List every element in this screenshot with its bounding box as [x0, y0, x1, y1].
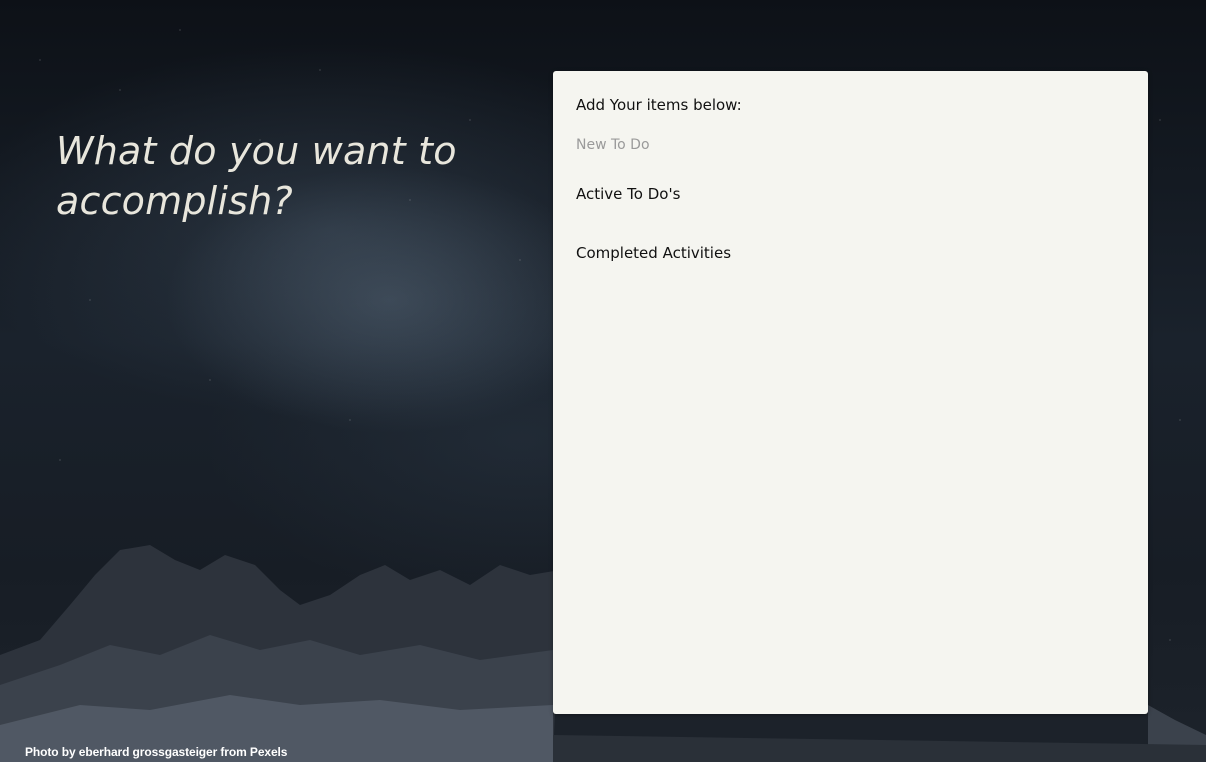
active-todo-list [576, 203, 1126, 233]
new-todo-input[interactable] [576, 135, 996, 155]
photo-credit: Photo by eberhard grossgasteiger from Pe… [25, 745, 288, 759]
todo-panel: Add Your items below: Active To Do's Com… [553, 71, 1148, 714]
headline: What do you want to accomplish? [56, 129, 457, 223]
completed-activities-heading: Completed Activities [576, 244, 732, 262]
add-items-label: Add Your items below: [576, 96, 742, 114]
active-todos-heading: Active To Do's [576, 185, 681, 203]
